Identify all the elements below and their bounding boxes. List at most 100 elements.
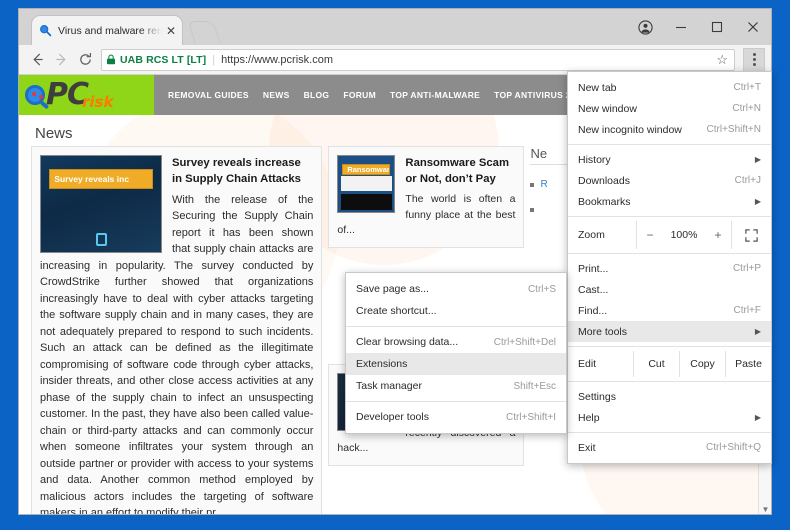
article-card: Survey reveals inc Survey reveals increa… [31,146,322,515]
menu-item-exit[interactable]: Exit Ctrl+Shift+Q [568,437,771,458]
profile-icon[interactable] [627,9,663,45]
logo-dot [32,92,36,96]
submenu-item-create-shortcut[interactable]: Create shortcut... [346,300,566,322]
pcrisk-logo[interactable]: PC risk [19,75,154,115]
menu-item-find[interactable]: Find... Ctrl+F [568,300,771,321]
desktop-background: Virus and malware remov ✕ [0,0,790,530]
nav-item-removal-guides[interactable]: REMOVAL GUIDES [168,90,249,100]
menu-divider [346,401,566,402]
tab-title: Virus and malware remov [58,25,164,37]
menu-label: Exit [578,442,706,454]
menu-shortcut: Ctrl+S [528,284,556,295]
menu-label: Create shortcut... [356,305,556,317]
url-text: https://www.pcrisk.com [221,54,333,66]
menu-item-new-incognito-window[interactable]: New incognito window Ctrl+Shift+N [568,119,771,140]
tab-close-icon[interactable]: ✕ [166,25,176,37]
security-label: UAB RCS LT [LT] [120,54,206,66]
close-button[interactable] [735,9,771,45]
zoom-controls: − 100% + [636,221,731,249]
logo-magnifier-icon [25,85,45,105]
copy-button[interactable]: Copy [679,351,725,377]
article-thumbnail[interactable]: Survey reveals inc [40,155,162,253]
fullscreen-icon[interactable] [731,221,771,249]
menu-shortcut: Ctrl+Shift+N [707,124,761,135]
menu-item-history[interactable]: History ▶ [568,149,771,170]
menu-item-bookmarks[interactable]: Bookmarks ▶ [568,191,771,212]
magnifier-icon [38,23,53,38]
nav-item-top-anti-malware[interactable]: TOP ANTI-MALWARE [390,90,480,100]
forward-icon [49,48,73,72]
menu-item-zoom: Zoom − 100% + [568,221,771,249]
chevron-right-icon: ▶ [755,413,761,422]
window-controls [627,9,771,45]
tab-strip: Virus and malware remov ✕ [19,9,771,45]
bookmark-star-icon[interactable]: ☆ [716,52,730,68]
nav-item-blog[interactable]: BLOG [304,90,330,100]
scroll-down-icon[interactable]: ▼ [761,505,770,514]
thumbnail-caption: Survey reveals inc [49,169,152,188]
menu-shortcut: Ctrl+P [733,263,761,274]
menu-divider [568,381,771,382]
submenu-item-extensions[interactable]: Extensions [346,353,566,375]
thumbnail-caption: Ransomware Scam [342,164,390,175]
menu-label: Cast... [578,284,761,296]
reload-icon[interactable] [73,48,97,72]
thumbnail-glyph-icon [96,233,107,246]
menu-label: Task manager [356,380,513,392]
menu-dot [753,58,756,61]
menu-label: Downloads [578,175,735,187]
menu-item-help[interactable]: Help ▶ [568,407,771,428]
menu-label: More tools [578,326,749,338]
menu-shortcut: Ctrl+T [734,82,762,93]
zoom-in-button[interactable]: + [705,228,731,242]
chrome-menu-button[interactable] [743,48,765,72]
menu-label: Developer tools [356,411,506,423]
menu-item-new-tab[interactable]: New tab Ctrl+T [568,77,771,98]
menu-shortcut: Ctrl+Shift+I [506,412,556,423]
minimize-button[interactable] [663,9,699,45]
menu-item-downloads[interactable]: Downloads Ctrl+J [568,170,771,191]
menu-item-cast[interactable]: Cast... [568,279,771,300]
paste-button[interactable]: Paste [725,351,771,377]
menu-label: New tab [578,82,734,94]
menu-item-more-tools[interactable]: More tools ▶ [568,321,771,342]
menu-item-new-window[interactable]: New window Ctrl+N [568,98,771,119]
lock-icon [106,54,116,65]
article-thumbnail[interactable]: Ransomware Scam [337,155,395,213]
menu-shortcut: Ctrl+Shift+Q [706,442,761,453]
browser-tab[interactable]: Virus and malware remov ✕ [31,15,183,45]
menu-shortcut: Ctrl+N [732,103,761,114]
menu-divider [568,144,771,145]
zoom-label: Zoom [568,221,636,249]
omnibox-divider: | [212,54,215,66]
chevron-right-icon: ▶ [755,327,761,336]
nav-item-forum[interactable]: FORUM [343,90,376,100]
zoom-value: 100% [663,229,705,241]
menu-divider [346,326,566,327]
menu-divider [568,432,771,433]
maximize-button[interactable] [699,9,735,45]
menu-label: Help [578,412,749,424]
zoom-out-button[interactable]: − [637,228,663,242]
submenu-item-task-manager[interactable]: Task manager Shift+Esc [346,375,566,397]
menu-item-print[interactable]: Print... Ctrl+P [568,258,771,279]
thumbnail-image: Survey reveals inc [41,156,161,252]
submenu-item-save-page-as[interactable]: Save page as... Ctrl+S [346,278,566,300]
main-column: Survey reveals inc Survey reveals increa… [31,146,322,515]
chevron-right-icon: ▶ [755,197,761,206]
nav-item-news[interactable]: NEWS [263,90,290,100]
menu-item-settings[interactable]: Settings [568,386,771,407]
address-bar[interactable]: UAB RCS LT [LT] | https://www.pcrisk.com… [101,49,735,71]
thumbnail-strip [341,194,393,210]
new-tab-button[interactable] [187,21,220,43]
more-tools-submenu: Save page as... Ctrl+S Create shortcut..… [345,272,567,434]
menu-label: New incognito window [578,124,707,136]
submenu-item-developer-tools[interactable]: Developer tools Ctrl+Shift+I [346,406,566,428]
cut-button[interactable]: Cut [633,351,679,377]
menu-divider [568,346,771,347]
menu-label: Print... [578,263,733,275]
back-icon[interactable] [25,48,49,72]
submenu-item-clear-browsing-data[interactable]: Clear browsing data... Ctrl+Shift+Del [346,331,566,353]
menu-label: Clear browsing data... [356,336,494,348]
thumbnail-strip [341,176,393,191]
